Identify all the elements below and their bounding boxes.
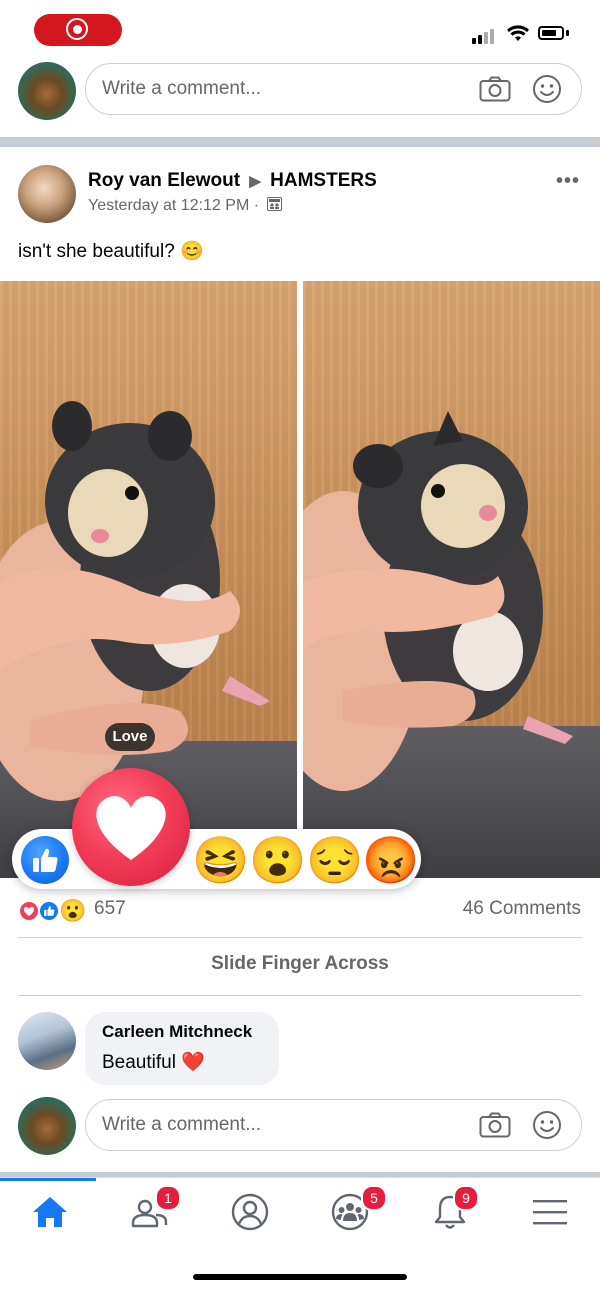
post-meta: Yesterday at 12:12 PM · [88, 197, 282, 215]
like-small-icon [38, 900, 60, 922]
menu-icon[interactable] [530, 1192, 570, 1232]
active-tab-indicator [0, 1178, 96, 1181]
sad-reaction-icon[interactable]: 😔 [306, 834, 363, 886]
wow-small-icon: 😮 [59, 898, 87, 923]
love-small-icon [18, 900, 40, 922]
signal-icon [472, 26, 496, 44]
wow-reaction-icon[interactable]: 😮 [249, 834, 306, 886]
wifi-icon [507, 25, 529, 41]
comment-placeholder: Write a comment... [102, 1114, 262, 1135]
camera-icon[interactable] [479, 1112, 511, 1138]
divider [18, 995, 582, 996]
reaction-summary-icons[interactable]: 😮 [18, 898, 94, 924]
battery-tip [566, 30, 569, 36]
author-avatar[interactable] [18, 165, 76, 223]
camera-icon[interactable] [479, 76, 511, 102]
love-reaction-icon[interactable] [72, 768, 190, 886]
comment-input[interactable]: Write a comment... [85, 63, 582, 115]
commenter-name[interactable]: Carleen Mitchneck [102, 1022, 252, 1042]
slide-hint-label: Slide Finger Across [211, 953, 389, 974]
reaction-tooltip: Love [105, 723, 155, 751]
emoji-icon[interactable] [532, 1110, 562, 1140]
comment-input[interactable]: Write a comment... [85, 1099, 582, 1151]
notifications-badge: 9 [453, 1185, 479, 1211]
post-timestamp[interactable]: Yesterday at 12:12 PM · [88, 197, 259, 214]
battery-icon [538, 26, 564, 40]
emoji-icon[interactable] [532, 74, 562, 104]
home-indicator[interactable] [193, 1274, 407, 1280]
avatar[interactable] [18, 62, 76, 120]
group-audience-icon [266, 197, 282, 211]
hamster-image [303, 411, 573, 791]
profile-icon[interactable] [230, 1192, 270, 1232]
reaction-count[interactable]: 657 [94, 898, 126, 920]
post-header-line: Roy van Elewout ▶ HAMSTERS [88, 170, 377, 192]
angry-reaction-icon[interactable]: 😡 [362, 834, 419, 886]
arrow-icon: ▶ [249, 173, 261, 190]
groups-badge: 5 [361, 1185, 387, 1211]
post-text: isn't she beautiful? 😊 [18, 241, 204, 262]
haha-reaction-icon[interactable]: 😆 [192, 834, 249, 886]
like-reaction-icon[interactable] [21, 836, 69, 884]
home-icon[interactable] [30, 1192, 70, 1232]
comment-bubble: Carleen Mitchneck Beautiful ❤️ [85, 1012, 279, 1085]
more-options-icon[interactable]: ••• [556, 170, 580, 193]
commenter-avatar[interactable] [18, 1012, 76, 1070]
comment-placeholder: Write a comment... [102, 78, 262, 99]
friends-badge: 1 [155, 1185, 181, 1211]
avatar[interactable] [18, 1097, 76, 1155]
divider [18, 937, 582, 938]
record-dot-icon [73, 25, 82, 34]
feed-divider [0, 137, 600, 147]
author-name[interactable]: Roy van Elewout [88, 170, 240, 191]
comment-text: Beautiful ❤️ [102, 1052, 205, 1073]
screen-recording-indicator[interactable] [34, 14, 122, 46]
group-name[interactable]: HAMSTERS [270, 170, 377, 191]
post-photo-right[interactable] [303, 281, 600, 878]
comments-count[interactable]: 46 Comments [463, 898, 581, 920]
